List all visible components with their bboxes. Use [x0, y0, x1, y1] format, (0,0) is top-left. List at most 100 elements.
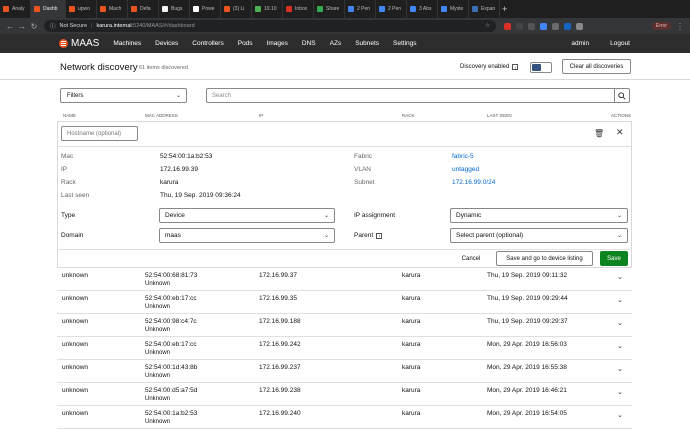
row-vendor: Unknown — [145, 304, 171, 310]
row-ip: 172.16.99.188 — [259, 318, 301, 325]
info-icon[interactable]: i — [376, 232, 383, 239]
row-ip: 172.16.99.238 — [259, 387, 301, 394]
row-ip: 172.16.99.37 — [259, 272, 297, 279]
table-row[interactable]: unknown 52:54:00:d5:a7:5d 172.16.99.238 kar… — [57, 383, 632, 406]
reload-icon[interactable]: ↻ — [28, 22, 40, 31]
parent-select[interactable]: Select parent (optional) ⌄ — [450, 228, 628, 243]
browser-tab[interactable]: 19.10 — [252, 0, 283, 18]
fabric-label: Fabric — [354, 153, 373, 160]
browser-tab[interactable]: Mach — [97, 0, 128, 18]
th-last-seen[interactable]: Last seen — [487, 113, 512, 118]
nav-subnets[interactable]: Subnets — [355, 40, 379, 47]
row-vendor: Unknown — [145, 419, 171, 425]
nav-machines[interactable]: Machines — [113, 40, 141, 47]
nav-pods[interactable]: Pods — [238, 40, 253, 47]
chevron-down-icon[interactable]: ⌄ — [617, 411, 623, 419]
nav-logout[interactable]: Logout — [610, 40, 630, 47]
chevron-down-icon[interactable]: ⌄ — [617, 388, 623, 396]
th-name[interactable]: Name — [63, 113, 76, 118]
browser-toolbar: ← → ↻ ⓘ Not Secure | karura.internal:524… — [0, 18, 690, 34]
tab-label: (3) Li — [233, 6, 245, 12]
browser-tab[interactable]: Analy — [0, 0, 31, 18]
parent-label-text: Parent — [354, 232, 374, 239]
close-icon[interactable]: ✕ — [616, 127, 624, 138]
subnet-link[interactable]: 172.16.99.0/24 — [452, 179, 495, 186]
table-row[interactable]: unknown 52:54:00:1a:b2:53 172.16.99.240 kar… — [57, 406, 632, 429]
star-icon[interactable]: ☆ — [485, 23, 490, 29]
vlan-link[interactable]: untagged — [452, 166, 479, 173]
browser-tab[interactable]: Inbox — [283, 0, 314, 18]
filters-dropdown[interactable]: Filters ⌄ — [60, 88, 187, 103]
browser-tab[interactable]: 2 Pen — [376, 0, 407, 18]
browser-tab[interactable]: Powe — [190, 0, 221, 18]
trash-icon[interactable]: 🗑 — [594, 129, 604, 138]
nav-admin[interactable]: admin — [571, 40, 589, 47]
table-row[interactable]: unknown 52:54:00:eb:17:cc 172.16.99.35 karu… — [57, 291, 632, 314]
clear-all-discoveries-button[interactable]: Clear all discoveries — [562, 59, 631, 74]
chevron-down-icon[interactable]: ⌄ — [617, 296, 623, 304]
search-input[interactable]: Search — [206, 88, 630, 103]
fabric-link[interactable]: fabric-5 — [452, 153, 474, 160]
table-row[interactable]: unknown 52:54:00:1d:43:8b 172.16.99.237 kar… — [57, 360, 632, 383]
th-rack[interactable]: Rack — [402, 113, 415, 118]
nav-settings[interactable]: Settings — [393, 40, 417, 47]
browser-tab[interactable]: 3 Abs — [407, 0, 438, 18]
domain-select[interactable]: maas ⌄ — [159, 228, 335, 243]
hostname-input[interactable]: Hostname (optional) — [61, 126, 138, 141]
browser-tab[interactable]: Dashb — [31, 0, 66, 18]
extension-icon[interactable] — [504, 22, 511, 30]
cancel-button[interactable]: Cancel — [454, 251, 488, 266]
ip-assignment-select[interactable]: Dynamic ⌄ — [450, 208, 628, 223]
mac-label: Mac — [61, 153, 74, 160]
chevron-down-icon[interactable]: ⌄ — [617, 342, 623, 350]
browser-tab[interactable]: Myste — [438, 0, 469, 18]
tab-label: 19.10 — [264, 6, 277, 12]
tab-favicon-icon — [255, 6, 261, 12]
table-row[interactable]: unknown 52:54:00:eb:17:cc 172.16.99.242 kar… — [57, 337, 632, 360]
extension-icon[interactable] — [540, 22, 547, 30]
browser-tab[interactable]: Share — [314, 0, 345, 18]
nav-controllers[interactable]: Controllers — [192, 40, 223, 47]
extension-icon[interactable] — [552, 22, 559, 30]
extension-icon[interactable] — [516, 22, 523, 30]
nav-images[interactable]: Images — [267, 40, 288, 47]
save-and-go-button[interactable]: Save and go to device listing — [496, 251, 593, 266]
chevron-down-icon[interactable]: ⌄ — [617, 319, 623, 327]
table-row[interactable]: unknown 52:54:00:98:c4:7c 172.16.99.188 kar… — [57, 314, 632, 337]
extension-icon[interactable] — [564, 22, 571, 30]
row-rack: karura — [402, 318, 421, 325]
browser-tab[interactable]: 2 Pen — [345, 0, 376, 18]
menu-icon[interactable]: ⋮ — [674, 22, 686, 31]
nav-dns[interactable]: DNS — [302, 40, 316, 47]
back-icon[interactable]: ← — [4, 22, 16, 31]
browser-tab[interactable]: Bugs — [159, 0, 190, 18]
tab-favicon-icon — [348, 6, 354, 12]
browser-tab[interactable]: Defa — [128, 0, 159, 18]
extension-icon[interactable] — [528, 22, 535, 30]
table-row[interactable]: unknown 52:54:00:68:81:73 172.16.99.37 karu… — [57, 268, 632, 291]
info-icon[interactable]: i — [512, 64, 519, 70]
items-count: 61 items discovered — [139, 65, 188, 71]
search-button[interactable] — [614, 89, 629, 102]
ip-value: 172.16.99.39 — [160, 166, 198, 173]
chevron-down-icon[interactable]: ⌄ — [617, 273, 623, 281]
new-tab-button[interactable]: + — [502, 4, 507, 14]
extension-icon[interactable] — [576, 22, 583, 30]
browser-tab[interactable]: upwo — [66, 0, 97, 18]
th-mac[interactable]: MAC address — [145, 113, 178, 118]
nav-devices[interactable]: Devices — [155, 40, 178, 47]
th-ip[interactable]: IP — [259, 113, 263, 118]
maas-logo[interactable]: MAAS — [59, 38, 99, 49]
forward-icon[interactable]: → — [16, 22, 28, 31]
ip-assignment-value: Dynamic — [456, 212, 482, 219]
save-button[interactable]: Save — [600, 251, 628, 266]
error-badge[interactable]: Error — [651, 22, 671, 30]
type-select[interactable]: Device ⌄ — [159, 208, 335, 223]
chevron-down-icon[interactable]: ⌄ — [617, 365, 623, 373]
address-bar[interactable]: ⓘ Not Secure | karura.internal:5240/MAAS… — [44, 20, 496, 32]
tab-label: Dashb — [43, 6, 58, 12]
nav-azs[interactable]: AZs — [330, 40, 342, 47]
discovery-toggle[interactable] — [530, 62, 552, 73]
browser-tab[interactable]: Expan — [469, 0, 500, 18]
browser-tab[interactable]: (3) Li — [221, 0, 252, 18]
